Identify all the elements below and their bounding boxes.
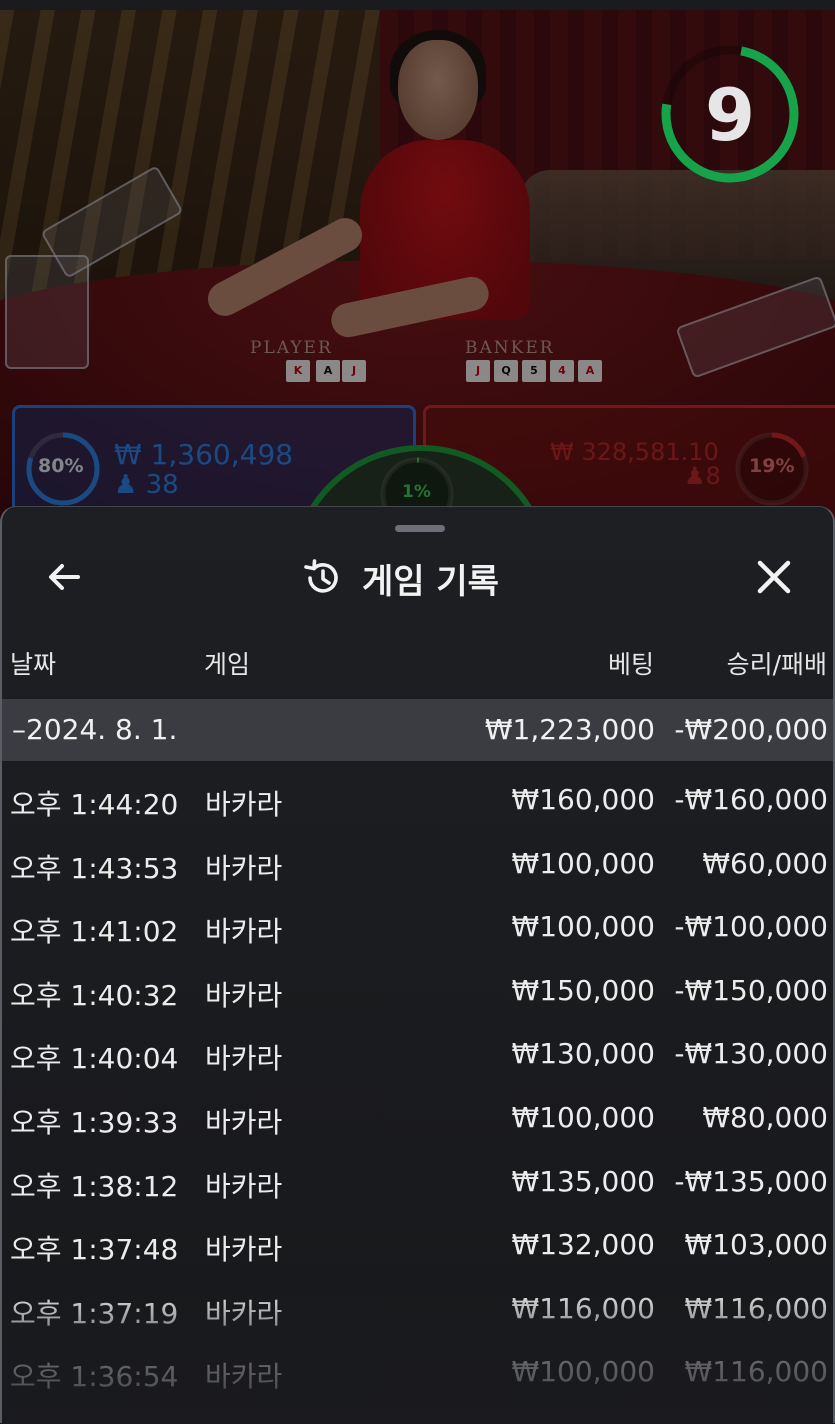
row-result: -₩135,000 [674, 1164, 828, 1198]
history-row[interactable]: 오후 1:40:04 바카라 ₩130,000 -₩130,000 [2, 1023, 833, 1087]
arrow-left-icon[interactable] [42, 555, 86, 599]
close-icon[interactable] [752, 555, 796, 599]
row-time: 오후 1:36:54 [10, 1360, 179, 1394]
column-header-result[interactable]: 승리/패배 [662, 645, 827, 681]
row-game: 바카라 [205, 1233, 283, 1267]
history-list: 오후 1:44:20 바카라 ₩160,000 -₩160,000 오후 1:43:53… [2, 769, 833, 1405]
row-time: 오후 1:37:19 [10, 1296, 179, 1330]
row-game: 바카라 [205, 1360, 283, 1394]
row-result: -₩100,000 [674, 910, 828, 944]
live-game-view: PLAYER BANKER K A J J Q 5 4 A 80% 19% 1%… [0, 0, 835, 560]
row-game: 바카라 [205, 978, 283, 1012]
history-row[interactable]: 오후 1:36:54 바카라 ₩100,000 ₩116,000 [2, 1341, 833, 1405]
row-result: -₩160,000 [674, 783, 828, 816]
row-game: 바카라 [205, 1169, 283, 1203]
row-game: 바카라 [205, 1105, 283, 1139]
row-game: 바카라 [205, 788, 283, 821]
row-result: ₩116,000 [684, 1355, 828, 1389]
row-bet: ₩100,000 [511, 910, 655, 944]
history-row[interactable]: 오후 1:37:48 바카라 ₩132,000 ₩103,000 [2, 1214, 833, 1278]
column-header-game[interactable]: 게임 [204, 645, 250, 681]
row-time: 오후 1:40:04 [10, 1042, 179, 1076]
drag-handle[interactable] [395, 525, 445, 532]
history-row[interactable]: 오후 1:41:02 바카라 ₩100,000 -₩100,000 [2, 896, 833, 960]
row-bet: ₩130,000 [511, 1037, 655, 1071]
row-game: 바카라 [205, 1042, 283, 1076]
history-row[interactable]: 오후 1:44:20 바카라 ₩160,000 -₩160,000 [2, 769, 833, 833]
history-row[interactable]: 오후 1:37:19 바카라 ₩116,000 ₩116,000 [2, 1278, 833, 1342]
column-header-bet[interactable]: 베팅 [548, 645, 654, 681]
row-time: 오후 1:44:20 [10, 788, 179, 821]
row-result: ₩116,000 [684, 1291, 828, 1325]
game-history-sheet: 게임 기록 날짜 게임 베팅 승리/패배 –2024. 8. 1. ₩1,223… [0, 506, 835, 1424]
day-date: –2024. 8. 1. [12, 713, 178, 746]
row-time: 오후 1:38:12 [10, 1169, 179, 1203]
row-bet: ₩100,000 [511, 846, 655, 880]
history-row[interactable]: 오후 1:38:12 바카라 ₩135,000 -₩135,000 [2, 1151, 833, 1215]
sheet-title: 게임 기록 [362, 561, 499, 602]
row-bet: ₩100,000 [511, 1100, 655, 1134]
row-time: 오후 1:37:48 [10, 1233, 179, 1267]
history-row[interactable]: 오후 1:39:33 바카라 ₩100,000 ₩80,000 [2, 1087, 833, 1151]
row-bet: ₩150,000 [511, 973, 655, 1007]
history-icon [304, 559, 338, 593]
column-header-date[interactable]: 날짜 [10, 645, 56, 681]
row-bet: ₩135,000 [511, 1164, 655, 1198]
history-row[interactable]: 오후 1:40:32 바카라 ₩150,000 -₩150,000 [2, 960, 833, 1024]
row-time: 오후 1:41:02 [10, 915, 179, 949]
row-result: -₩150,000 [674, 973, 828, 1007]
day-total-bet: ₩1,223,000 [484, 713, 655, 746]
row-time: 오후 1:40:32 [10, 978, 179, 1012]
row-bet: ₩116,000 [511, 1291, 655, 1325]
row-game: 바카라 [205, 1296, 283, 1330]
row-bet: ₩160,000 [511, 783, 655, 816]
day-total-result: -₩200,000 [674, 713, 828, 746]
row-result: ₩103,000 [684, 1228, 828, 1262]
row-result: -₩130,000 [674, 1037, 828, 1071]
sheet-header: 게임 기록 [302, 553, 499, 603]
row-time: 오후 1:39:33 [10, 1105, 179, 1139]
countdown-timer: 9 [704, 73, 756, 157]
row-bet: ₩132,000 [511, 1228, 655, 1262]
row-game: 바카라 [205, 915, 283, 949]
day-summary-row[interactable]: –2024. 8. 1. ₩1,223,000 -₩200,000 [2, 699, 833, 761]
row-game: 바카라 [205, 851, 283, 885]
row-time: 오후 1:43:53 [10, 851, 179, 885]
row-result: ₩80,000 [702, 1100, 828, 1134]
history-row[interactable]: 오후 1:43:53 바카라 ₩100,000 ₩60,000 [2, 833, 833, 897]
row-result: ₩60,000 [702, 846, 828, 880]
row-bet: ₩100,000 [511, 1355, 655, 1389]
